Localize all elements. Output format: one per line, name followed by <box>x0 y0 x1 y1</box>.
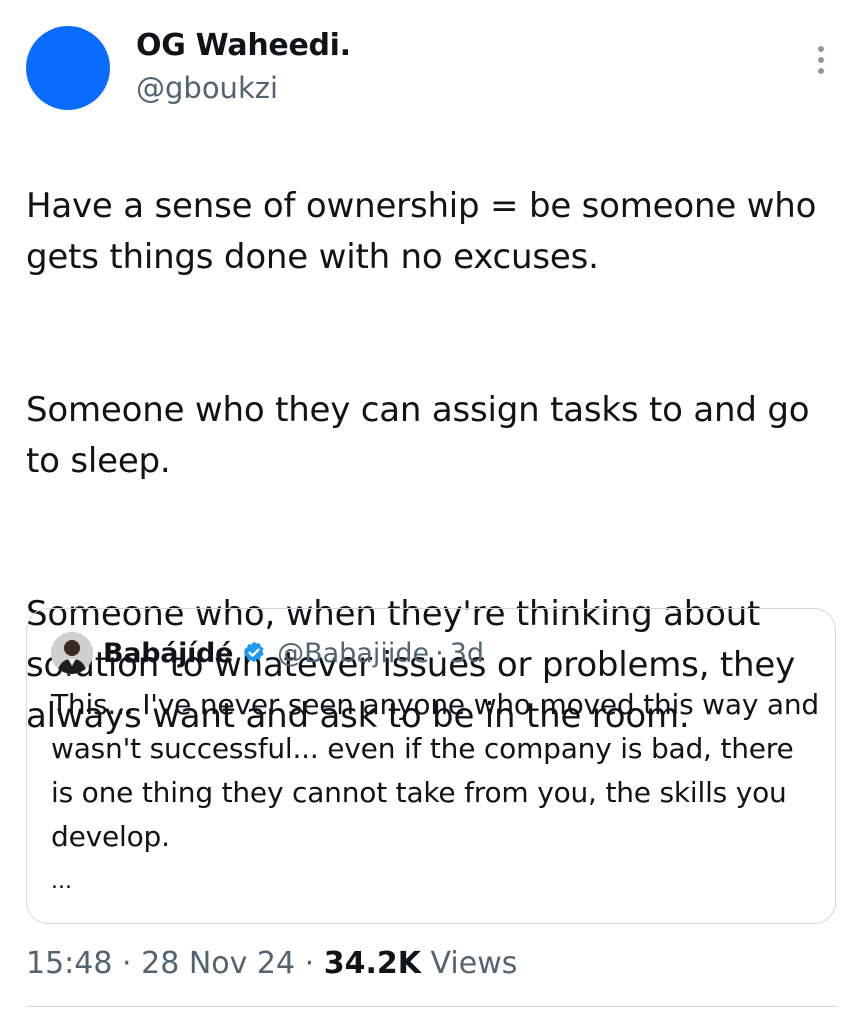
separator-dot: · <box>435 637 444 669</box>
tweet-paragraph: Have a sense of ownership = be someone w… <box>26 186 817 277</box>
verified-badge-icon <box>241 640 267 666</box>
divider <box>26 1006 838 1007</box>
tweet: OG Waheedi. @gboukzi Have a sense of own… <box>0 0 864 1012</box>
separator-dot: · <box>122 946 132 981</box>
more-vertical-icon <box>818 46 824 74</box>
tweet-time[interactable]: 15:48 <box>26 946 112 981</box>
tweet-meta: 15:48 · 28 Nov 24 · 34.2K Views <box>26 940 517 988</box>
quoted-tweet-header: Babájídé @Babajiide · 3d <box>51 631 484 675</box>
quoted-tweet-text: This... I've never seen anyone who moved… <box>51 688 819 853</box>
author-avatar[interactable] <box>26 26 110 110</box>
tweet-paragraph: Someone who they can assign tasks to and… <box>26 390 810 481</box>
views-label: Views <box>430 946 518 981</box>
quoted-tweet-time[interactable]: 3d <box>450 638 484 669</box>
separator-dot: · <box>304 946 315 981</box>
quoted-author-name[interactable]: Babájídé <box>103 638 233 669</box>
quoted-tweet-ellipsis: ... <box>51 869 72 894</box>
person-photo-icon <box>51 632 93 674</box>
author-name[interactable]: OG Waheedi. <box>136 28 351 64</box>
quoted-tweet-card[interactable]: Babájídé @Babajiide · 3d This... I've ne… <box>26 608 836 924</box>
quoted-author-avatar[interactable] <box>51 632 93 674</box>
author-handle[interactable]: @gboukzi <box>136 70 278 106</box>
views-count[interactable]: 34.2K <box>324 946 421 981</box>
quoted-author-handle[interactable]: @Babajiide <box>277 638 429 669</box>
more-options-button[interactable] <box>806 40 836 80</box>
tweet-date[interactable]: 28 Nov 24 <box>141 946 295 981</box>
